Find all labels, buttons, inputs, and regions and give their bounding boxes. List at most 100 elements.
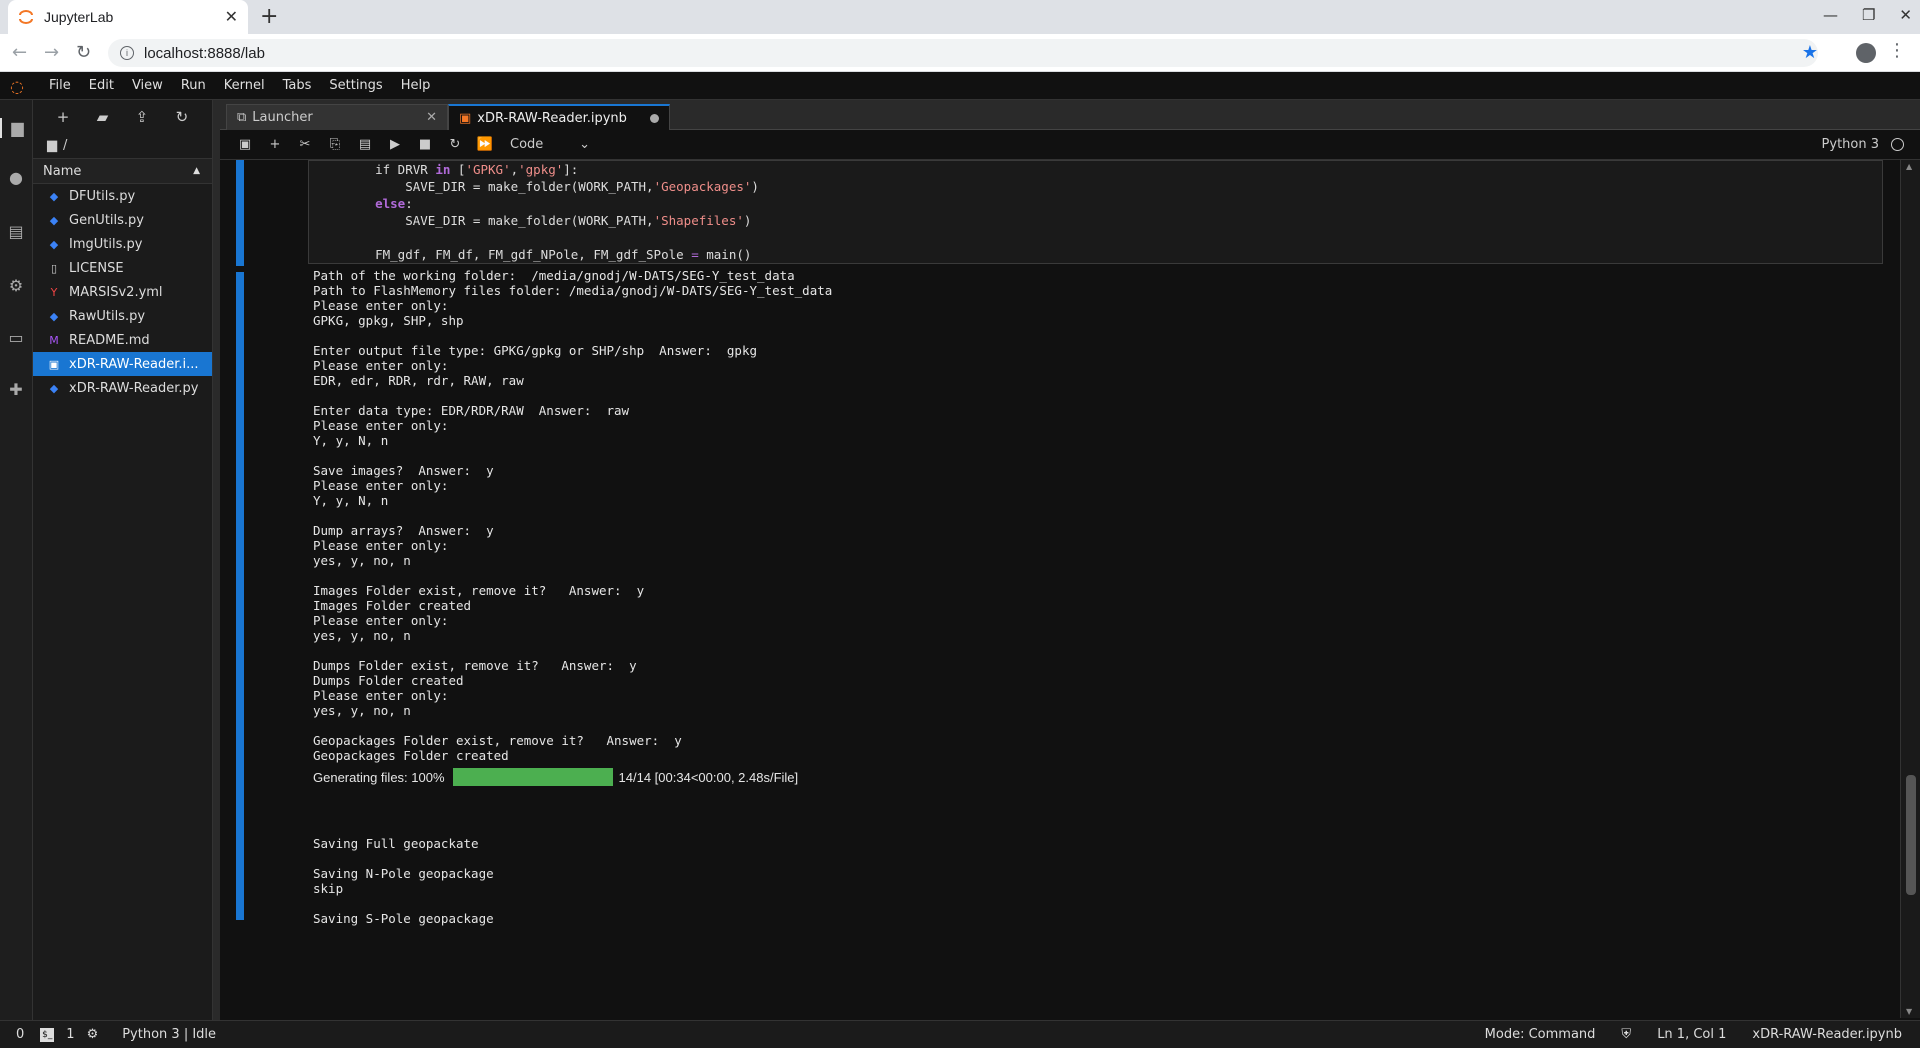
paste-icon[interactable]: ▤ [350, 137, 380, 152]
upload-icon[interactable]: ⇪ [136, 108, 149, 126]
markdown-file-icon: M [49, 333, 59, 347]
new-launcher-icon[interactable]: + [57, 108, 70, 126]
breadcrumb-root[interactable]: / [63, 138, 67, 153]
code-cell-editor[interactable]: if DRVR in ['GPKG','gpkg']: SAVE_DIR = m… [308, 160, 1883, 264]
new-tab-button[interactable]: + [260, 4, 278, 29]
kernel-status-icon [1891, 138, 1904, 151]
file-item[interactable]: ◆ RawUtils.py [33, 304, 212, 328]
forward-icon[interactable]: → [44, 42, 59, 63]
close-window-icon[interactable]: ✕ [1899, 6, 1912, 24]
menu-kernel[interactable]: Kernel [215, 78, 274, 93]
trust-shield-icon[interactable]: ⛨ [1621, 1027, 1631, 1042]
file-name: LICENSE [69, 260, 124, 276]
terminal-count[interactable]: 0 [16, 1027, 24, 1042]
maximize-icon[interactable]: ❐ [1862, 6, 1875, 24]
output-line: Path to FlashMemory files folder: /media… [313, 283, 833, 298]
scrollbar-thumb[interactable] [1906, 775, 1916, 895]
url-text: localhost:8888/lab [144, 44, 265, 62]
kernel-gear-icon[interactable]: ⚙ [87, 1027, 99, 1042]
output-line: Dumps Folder exist, remove it? Answer: y [313, 658, 637, 673]
kernel-name[interactable]: Python 3 [1822, 137, 1879, 152]
back-icon[interactable]: ← [12, 42, 27, 63]
column-header-name[interactable]: Name ▲ [33, 158, 212, 184]
site-info-icon[interactable]: i [120, 46, 134, 60]
close-icon[interactable]: ✕ [426, 110, 437, 125]
code-line: if DRVR in ['GPKG','gpkg']: [345, 162, 579, 177]
reload-icon[interactable]: ↻ [76, 42, 91, 63]
folder-icon[interactable]: ▆ [0, 118, 33, 138]
output-line: EDR, edr, RDR, rdr, RAW, raw [313, 373, 524, 388]
output-line: Images Folder created [313, 598, 472, 613]
file-item[interactable]: ◆ DFUtils.py [33, 184, 212, 208]
account-icon[interactable] [1856, 43, 1876, 63]
notebook-scrollbar[interactable]: ▲ ▼ [1900, 160, 1920, 1018]
refresh-icon[interactable]: ↻ [176, 108, 189, 126]
code-line: SAVE_DIR = make_folder(WORK_PATH,'Geopac… [345, 179, 759, 194]
menu-settings[interactable]: Settings [320, 78, 391, 93]
scroll-down-icon[interactable]: ▼ [1906, 1007, 1912, 1016]
cell-type-select[interactable]: Code ⌄ [510, 137, 590, 152]
file-name: xDR-RAW-Reader.i... [69, 356, 199, 372]
cell-type-value: Code [510, 137, 544, 152]
menu-edit[interactable]: Edit [80, 78, 123, 93]
copy-icon[interactable]: ⎘ [320, 137, 350, 152]
commands-icon[interactable]: ▤ [6, 222, 26, 242]
cursor-position[interactable]: Ln 1, Col 1 [1657, 1027, 1726, 1042]
output-line: Y, y, N, n [313, 433, 389, 448]
restart-icon[interactable]: ↻ [440, 137, 470, 152]
file-item[interactable]: ▯ LICENSE [33, 256, 212, 280]
browser-tab[interactable]: JupyterLab ✕ [8, 0, 248, 34]
file-item[interactable]: Y MARSISv2.yml [33, 280, 212, 304]
new-folder-icon[interactable]: ▰ [97, 108, 109, 126]
gear-icon[interactable]: ⚙ [6, 276, 26, 296]
scroll-up-icon[interactable]: ▲ [1906, 162, 1912, 171]
output-collapser[interactable] [236, 272, 244, 920]
cut-icon[interactable]: ✂ [290, 137, 320, 152]
running-icon[interactable]: ● [6, 168, 26, 188]
tab-notebook[interactable]: ▣ xDR-RAW-Reader.ipynb [448, 104, 670, 130]
menubar: ◌ File Edit View Run Kernel Tabs Setting… [0, 72, 1920, 100]
sidebar-splitter[interactable] [213, 100, 220, 1020]
menu-help[interactable]: Help [392, 78, 440, 93]
progress-stats: 14/14 [00:34<00:00, 2.48s/File] [618, 769, 799, 785]
file-item[interactable]: M README.md [33, 328, 212, 352]
code-cell-collapser[interactable] [236, 160, 244, 266]
file-name: GenUtils.py [69, 212, 144, 228]
tab-launcher[interactable]: ⧉ Launcher ✕ [226, 104, 448, 130]
jupyter-favicon-icon [18, 9, 34, 25]
terminal-icon[interactable]: $_ [40, 1027, 55, 1042]
stop-icon[interactable]: ■ [410, 137, 440, 152]
close-tab-icon[interactable]: ✕ [225, 7, 238, 27]
file-item[interactable]: ◆ ImgUtils.py [33, 232, 212, 256]
output-line: GPKG, gpkg, SHP, shp [313, 313, 464, 328]
menu-view[interactable]: View [123, 78, 172, 93]
browser-menu-icon[interactable]: ⋮ [1888, 40, 1906, 61]
breadcrumb[interactable]: ▆ / [33, 134, 212, 156]
minimize-icon[interactable]: — [1823, 6, 1838, 24]
file-item[interactable]: ◆ GenUtils.py [33, 208, 212, 232]
file-name: RawUtils.py [69, 308, 146, 324]
kernel-count[interactable]: 1 [66, 1027, 74, 1042]
file-item[interactable]: ◆ xDR-RAW-Reader.py [33, 376, 212, 400]
output-line: Enter data type: EDR/RDR/RAW Answer: raw [313, 403, 630, 418]
python-file-icon: ◆ [49, 189, 59, 203]
bookmark-star-icon[interactable]: ★ [1802, 42, 1818, 63]
unsaved-dot-icon[interactable] [650, 113, 659, 123]
run-icon[interactable]: ▶ [380, 137, 410, 152]
kernel-status[interactable]: Python 3 | Idle [122, 1027, 216, 1042]
url-input[interactable]: i localhost:8888/lab [108, 39, 1818, 67]
notebook-panel[interactable]: if DRVR in ['GPKG','gpkg']: SAVE_DIR = m… [220, 160, 1900, 1018]
tabs-icon[interactable]: ▭ [6, 328, 26, 348]
menu-run[interactable]: Run [172, 78, 215, 93]
menu-tabs[interactable]: Tabs [274, 78, 321, 93]
file-item[interactable]: ▣ xDR-RAW-Reader.i... [33, 352, 212, 376]
mode-indicator[interactable]: Mode: Command [1485, 1027, 1596, 1042]
save-icon[interactable]: ▣ [230, 137, 260, 152]
run-all-icon[interactable]: ⏩ [470, 137, 500, 152]
menu-file[interactable]: File [40, 78, 80, 93]
extension-icon[interactable]: ✚ [6, 380, 26, 400]
insert-cell-icon[interactable]: + [260, 137, 290, 152]
python-file-icon: ◆ [49, 381, 59, 395]
